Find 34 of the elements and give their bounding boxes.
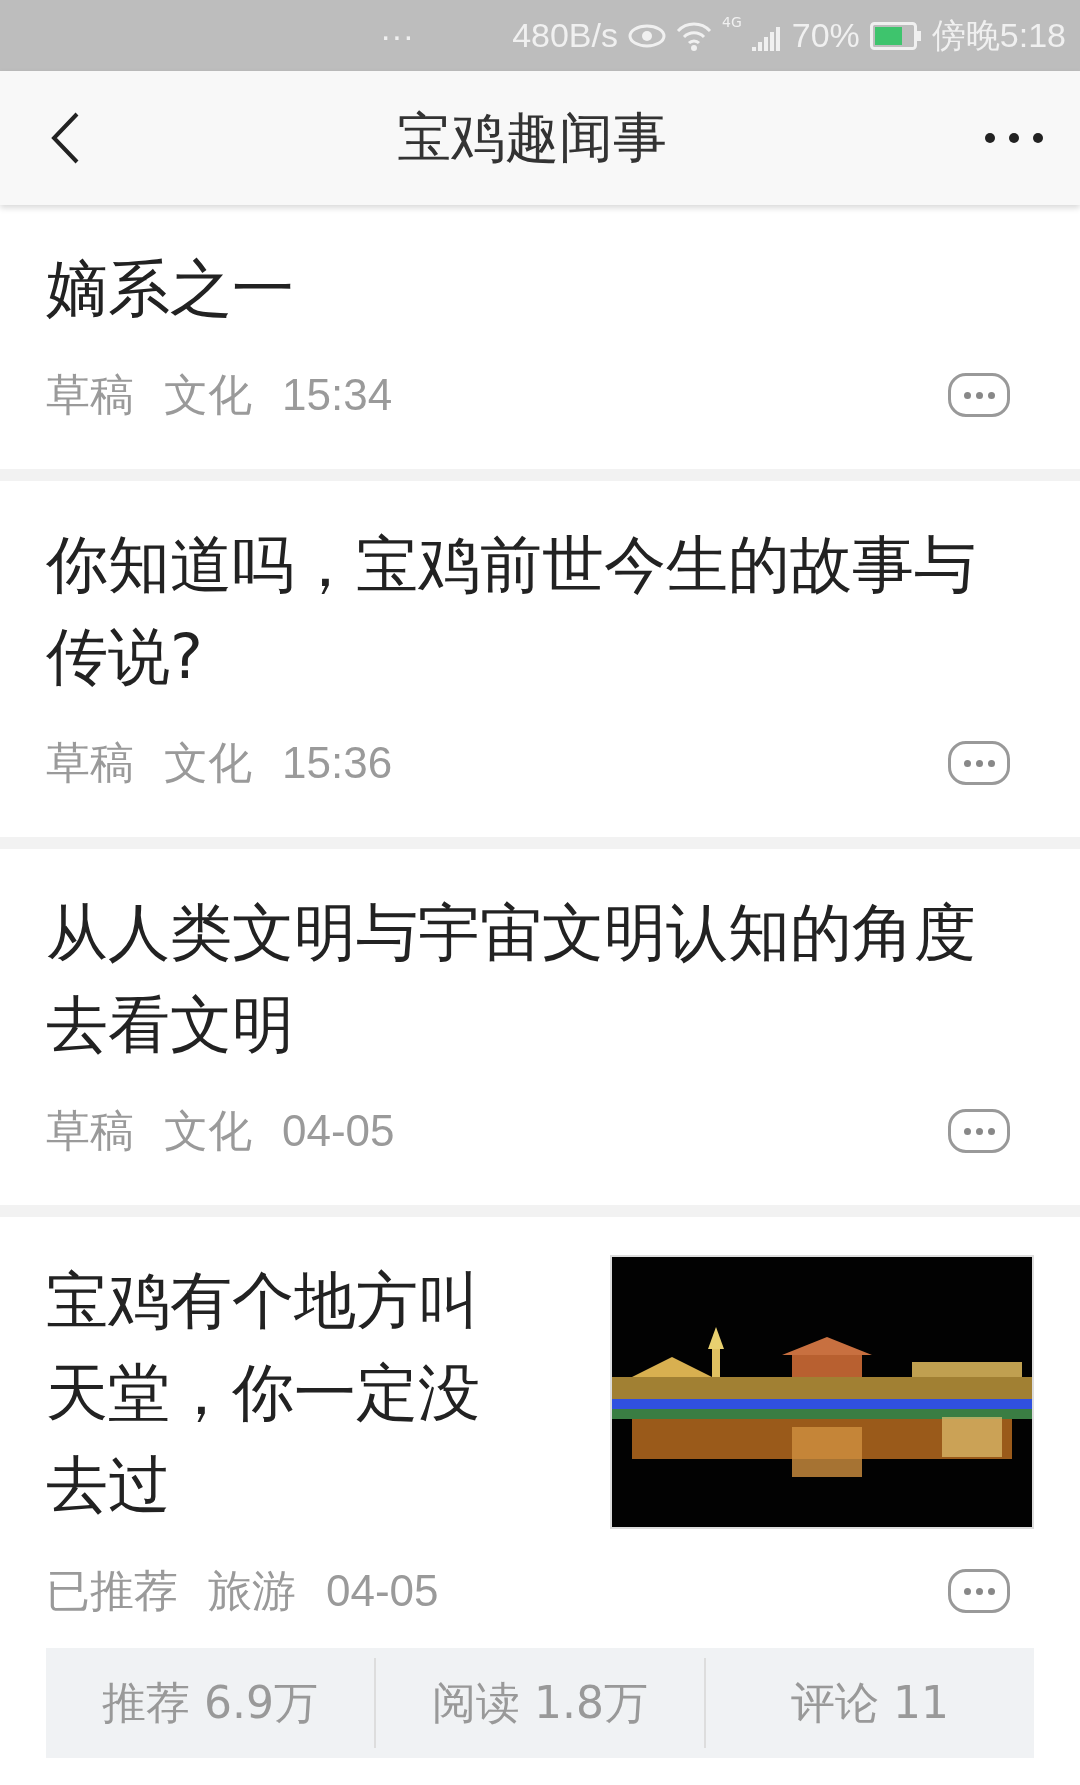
article-time: 04-05: [282, 1106, 395, 1156]
eye-icon: [628, 22, 666, 49]
article-title: 嫡系之一: [46, 251, 295, 327]
more-button[interactable]: [948, 741, 1010, 785]
article-status: 已推荐: [46, 1564, 178, 1617]
article-card[interactable]: 从人类文明与宇宙文明认知的角度去看文明 草稿 文化 04-05: [0, 849, 1080, 1205]
article-time: 15:34: [282, 370, 393, 420]
more-icon[interactable]: [984, 132, 1044, 144]
stat-text: 阅读 1.8万: [374, 1658, 704, 1748]
article-category: 文化: [164, 1104, 252, 1157]
article-card[interactable]: 宝鸡有个地方叫天堂，你一定没去过 已推荐 旅游 04-05 推荐 6.9万 阅读 1.8万 评论 11: [0, 1217, 1080, 1785]
article-category: 文化: [164, 368, 252, 421]
more-button[interactable]: [948, 1109, 1010, 1153]
stat-text: 推荐 6.9万: [101, 1676, 319, 1730]
stat-text: 评论 11: [704, 1658, 1034, 1748]
article-time: 04-05: [326, 1566, 439, 1616]
back-icon[interactable]: [50, 111, 80, 165]
article-status: 草稿: [46, 1104, 134, 1157]
article-status: 草稿: [46, 736, 134, 789]
article-title: 宝鸡有个地方叫天堂，你一定没去过: [46, 1263, 481, 1523]
battery-icon: [869, 21, 922, 50]
article-status: 草稿: [46, 368, 134, 421]
article-category: 旅游: [208, 1564, 296, 1617]
article-time: 15:36: [282, 738, 393, 788]
article-category: 文化: [164, 736, 252, 789]
article-title: 从人类文明与宇宙文明认知的角度去看文明: [46, 895, 977, 1063]
page-title: 宝鸡趣闻事: [397, 104, 667, 171]
article-title: 你知道吗，宝鸡前世今生的故事与传说?: [46, 527, 977, 695]
more-button[interactable]: [948, 1569, 1010, 1613]
article-card[interactable]: 你知道吗，宝鸡前世今生的故事与传说? 草稿 文化 15:36: [0, 481, 1080, 837]
notification-icons: ···: [380, 16, 414, 55]
more-button[interactable]: [948, 373, 1010, 417]
wifi-icon: [676, 20, 712, 51]
article-card[interactable]: 嫡系之一 草稿 文化 15:34: [0, 205, 1080, 469]
